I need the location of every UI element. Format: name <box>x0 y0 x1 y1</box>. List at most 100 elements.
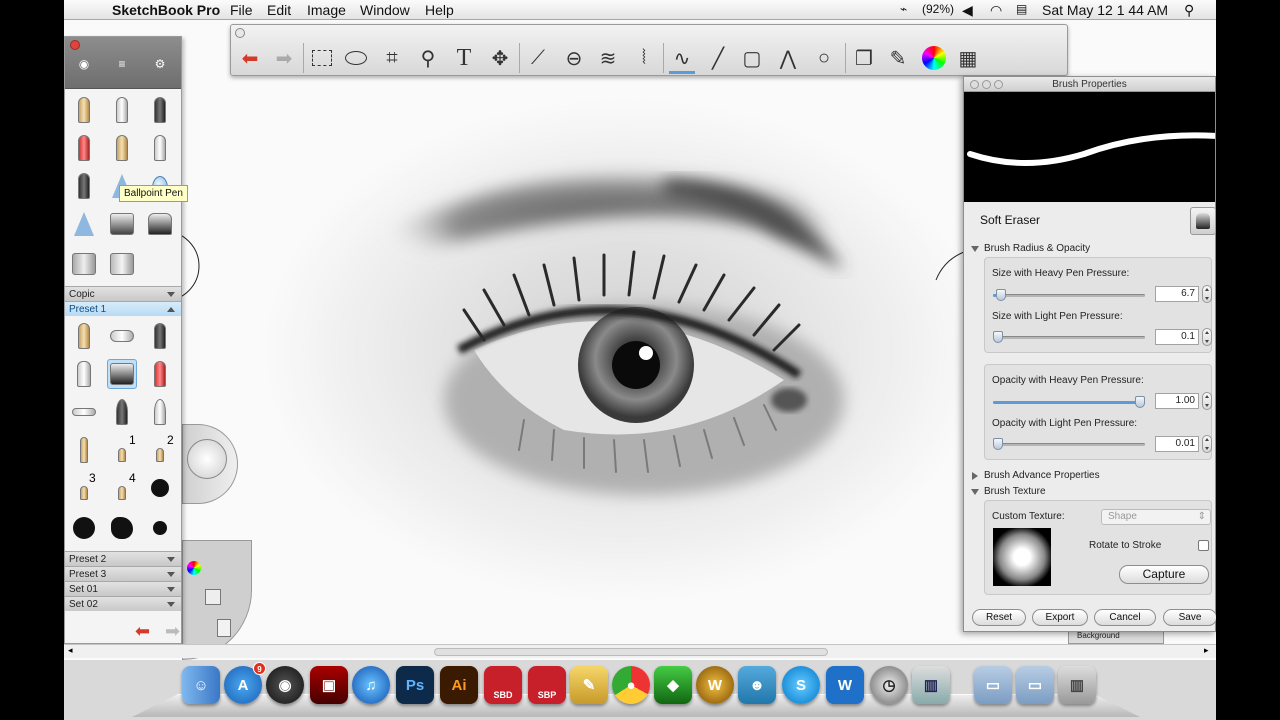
menu-file[interactable]: File <box>230 2 253 18</box>
minimize-button[interactable] <box>982 80 991 89</box>
brush-palette-icon[interactable]: ✎ <box>883 43 913 73</box>
folder-icon[interactable]: ▭ <box>974 666 1012 704</box>
text-tool-icon[interactable]: T <box>449 43 479 73</box>
cancel-button[interactable]: Cancel <box>1094 609 1156 626</box>
brush-preset-airbrush[interactable] <box>107 321 137 351</box>
puck-dial[interactable] <box>187 439 227 479</box>
skype-icon[interactable]: S <box>782 666 820 704</box>
brush-preset-pen-stand[interactable] <box>69 435 99 465</box>
itunes-icon[interactable]: ♫ <box>352 666 390 704</box>
brush-paint-can[interactable] <box>69 249 99 279</box>
sketchbook-sbp-icon[interactable]: SBP <box>528 666 566 704</box>
brush-fill-can[interactable] <box>107 249 137 279</box>
brush-ballpoint-pen[interactable] <box>107 133 137 163</box>
zoom-button[interactable] <box>994 80 1003 89</box>
menu-help[interactable]: Help <box>425 2 454 18</box>
app-store-icon[interactable]: A9 <box>224 662 266 704</box>
size-heavy-slider[interactable] <box>993 289 1145 301</box>
color-wheel-icon[interactable] <box>919 43 949 73</box>
texture-shape-dropdown[interactable]: Shape ⇕ <box>1101 509 1211 525</box>
brush-marker[interactable] <box>145 95 175 125</box>
export-button[interactable]: Export <box>1032 609 1088 626</box>
brush-icon-button[interactable] <box>1190 207 1216 235</box>
brush-chisel[interactable] <box>69 171 99 201</box>
toolbar-close-button[interactable] <box>235 28 245 38</box>
brush-properties-titlebar[interactable]: Brush Properties <box>964 77 1215 92</box>
size-heavy-value[interactable]: 6.7 <box>1155 286 1199 302</box>
french-curve-icon[interactable]: ≋ <box>593 43 623 73</box>
polyline-icon[interactable]: ⋀ <box>773 43 803 73</box>
opacity-light-value[interactable]: 0.01 <box>1155 436 1199 452</box>
notes-icon[interactable]: ✎ <box>570 666 608 704</box>
line-icon[interactable]: ╱ <box>703 43 733 73</box>
brush-texture-header[interactable]: Brush Texture <box>971 486 1046 497</box>
scroll-left-icon[interactable]: ◂ <box>68 645 73 656</box>
brush-settings-tab-icon[interactable]: ≡ <box>107 55 137 73</box>
preview-icon[interactable]: ▥ <box>912 666 950 704</box>
brush-hard-eraser[interactable] <box>107 209 137 239</box>
opacity-light-slider[interactable] <box>993 438 1145 450</box>
rectangle-icon[interactable]: ▢ <box>737 43 767 73</box>
game-icon[interactable]: ◆ <box>654 666 692 704</box>
brush-preset-smudge[interactable] <box>69 397 99 427</box>
brush-tab-icon[interactable]: ◉ <box>69 55 99 73</box>
opacity-heavy-thumb[interactable] <box>1135 396 1145 408</box>
section-set-01[interactable]: Set 01 <box>65 581 181 596</box>
volume-icon[interactable]: ◀ <box>962 2 973 19</box>
brush-preset-brush-light[interactable] <box>145 397 175 427</box>
battery-icon[interactable]: ⌁ <box>900 2 907 16</box>
size-light-value[interactable]: 0.1 <box>1155 329 1199 345</box>
brush-felt-pen[interactable] <box>69 133 99 163</box>
brush-preset-soft-eraser-selected[interactable] <box>107 359 137 389</box>
brush-preset-splatter-small[interactable] <box>145 473 175 503</box>
opacity-heavy-slider[interactable] <box>993 396 1145 408</box>
trash-icon[interactable]: ▥ <box>1058 666 1096 704</box>
spotlight-search-icon[interactable]: ⚲ <box>1184 2 1194 19</box>
messenger-icon[interactable]: ☻ <box>738 666 776 704</box>
move-icon[interactable]: ✥ <box>485 43 515 73</box>
brush-preset-eraser-hard[interactable] <box>69 359 99 389</box>
dashboard-icon[interactable]: ◉ <box>266 666 304 704</box>
photo-booth-icon[interactable]: ▣ <box>310 666 348 704</box>
brush-options-tab-icon[interactable]: ⚙ <box>145 55 175 73</box>
menu-image[interactable]: Image <box>307 2 346 18</box>
brush-preset-pencil[interactable] <box>69 321 99 351</box>
finder-icon[interactable]: ☺ <box>182 666 220 704</box>
illustrator-icon[interactable]: Ai <box>440 666 478 704</box>
app-menu[interactable]: SketchBook Pro <box>112 2 220 18</box>
scroll-right-icon[interactable]: ▸ <box>1204 645 1209 656</box>
advanced-properties-header[interactable]: Brush Advance Properties <box>972 470 1100 481</box>
palette-undo-icon[interactable]: ⬅ <box>135 621 150 642</box>
rect-select-icon[interactable] <box>307 43 337 73</box>
scrollbar-thumb[interactable] <box>434 648 828 656</box>
wordpress-icon[interactable]: W <box>826 666 864 704</box>
crop-icon[interactable]: ⌗ <box>377 43 407 73</box>
freehand-stroke-icon[interactable]: ∿ <box>667 43 697 73</box>
capture-button[interactable]: Capture <box>1119 565 1209 584</box>
menu-edit[interactable]: Edit <box>267 2 291 18</box>
size-heavy-thumb[interactable] <box>995 289 1006 301</box>
ruler-icon[interactable]: ⟋ <box>523 43 553 73</box>
close-button[interactable] <box>970 80 979 89</box>
size-heavy-stepper[interactable] <box>1202 285 1212 303</box>
brush-preset-marker[interactable] <box>145 359 175 389</box>
palette-close-button[interactable] <box>70 40 80 50</box>
size-light-thumb[interactable] <box>993 331 1003 343</box>
sketchbook-sbd-icon[interactable]: SBD <box>484 666 522 704</box>
brush-soft-eraser[interactable] <box>145 209 175 239</box>
save-button[interactable]: Save <box>1163 609 1216 626</box>
brush-inkpen[interactable] <box>145 133 175 163</box>
warcraft-icon[interactable]: W <box>696 666 734 704</box>
zoom-icon[interactable]: ⚲ <box>413 43 443 73</box>
menu-window[interactable]: Window <box>360 2 410 18</box>
brush-preset-splatter-dots[interactable] <box>145 513 175 543</box>
lasso-icon[interactable] <box>341 43 371 73</box>
pointer-tool-icon[interactable] <box>205 589 221 605</box>
copic-library-icon[interactable]: ▦ <box>953 43 983 73</box>
opacity-heavy-stepper[interactable] <box>1202 392 1212 410</box>
brush-airbrush[interactable] <box>107 95 137 125</box>
section-preset-3[interactable]: Preset 3 <box>65 566 181 581</box>
battery-percent[interactable]: (92%) <box>922 2 954 16</box>
opacity-light-thumb[interactable] <box>993 438 1003 450</box>
photoshop-icon[interactable]: Ps <box>396 666 434 704</box>
